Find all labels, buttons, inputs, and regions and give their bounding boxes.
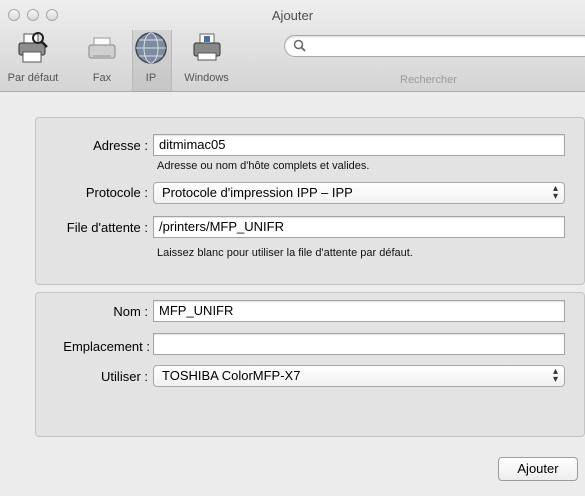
name-input[interactable]: MFP_UNIFR bbox=[153, 300, 565, 322]
add-button[interactable]: Ajouter bbox=[498, 457, 578, 481]
location-label: Emplacement : bbox=[63, 339, 150, 354]
address-hint: Adresse ou nom d'hôte complets et valide… bbox=[157, 160, 370, 172]
driver-label: Utiliser : bbox=[101, 369, 148, 384]
toolbar-default-label: Par défaut bbox=[7, 72, 59, 84]
toolbar-windows-label: Windows bbox=[184, 72, 229, 84]
queue-input[interactable]: /printers/MFP_UNIFR bbox=[153, 216, 565, 238]
toolbar-ip-label: IP bbox=[145, 72, 157, 84]
add-printer-window: Ajouter Par défaut Fax IP Windows Recher… bbox=[0, 0, 585, 496]
search-label: Rechercher bbox=[400, 74, 457, 86]
driver-select[interactable]: TOSHIBA ColorMFP-X7 ▴ ▾ bbox=[153, 365, 565, 387]
search-field[interactable] bbox=[284, 35, 585, 57]
toolbar-default-button[interactable]: Par défaut bbox=[0, 30, 66, 84]
protocol-value: Protocole d'impression IPP – IPP bbox=[162, 185, 353, 200]
toolbar-fax-button[interactable]: Fax bbox=[82, 30, 122, 84]
fax-icon bbox=[88, 37, 116, 59]
search-icon bbox=[293, 39, 306, 52]
updown-arrows-icon: ▴ ▾ bbox=[552, 183, 558, 202]
window-title: Ajouter bbox=[271, 8, 314, 23]
title-toolbar: Ajouter Par défaut Fax IP Windows Recher… bbox=[0, 0, 585, 92]
protocol-select[interactable]: Protocole d'impression IPP – IPP ▴ ▾ bbox=[153, 182, 565, 204]
windows-printer-icon bbox=[193, 33, 220, 61]
toolbar-windows-button[interactable]: Windows bbox=[179, 30, 234, 84]
toolbar-ip-button[interactable]: IP bbox=[129, 30, 173, 84]
queue-label: File d'attente : bbox=[66, 220, 148, 235]
location-input[interactable] bbox=[153, 333, 565, 355]
protocol-label: Protocole : bbox=[85, 185, 148, 200]
printer-default-icon bbox=[18, 32, 48, 63]
updown-arrows-icon: ▴ ▾ bbox=[552, 366, 558, 385]
name-label: Nom : bbox=[113, 304, 148, 319]
queue-hint: Laissez blanc pour utiliser la file d'at… bbox=[157, 247, 413, 259]
address-input[interactable]: ditmimac05 bbox=[153, 134, 565, 156]
address-label: Adresse : bbox=[93, 138, 148, 153]
driver-value: TOSHIBA ColorMFP-X7 bbox=[162, 368, 301, 383]
toolbar-fax-label: Fax bbox=[92, 72, 112, 84]
globe-icon bbox=[135, 32, 167, 64]
